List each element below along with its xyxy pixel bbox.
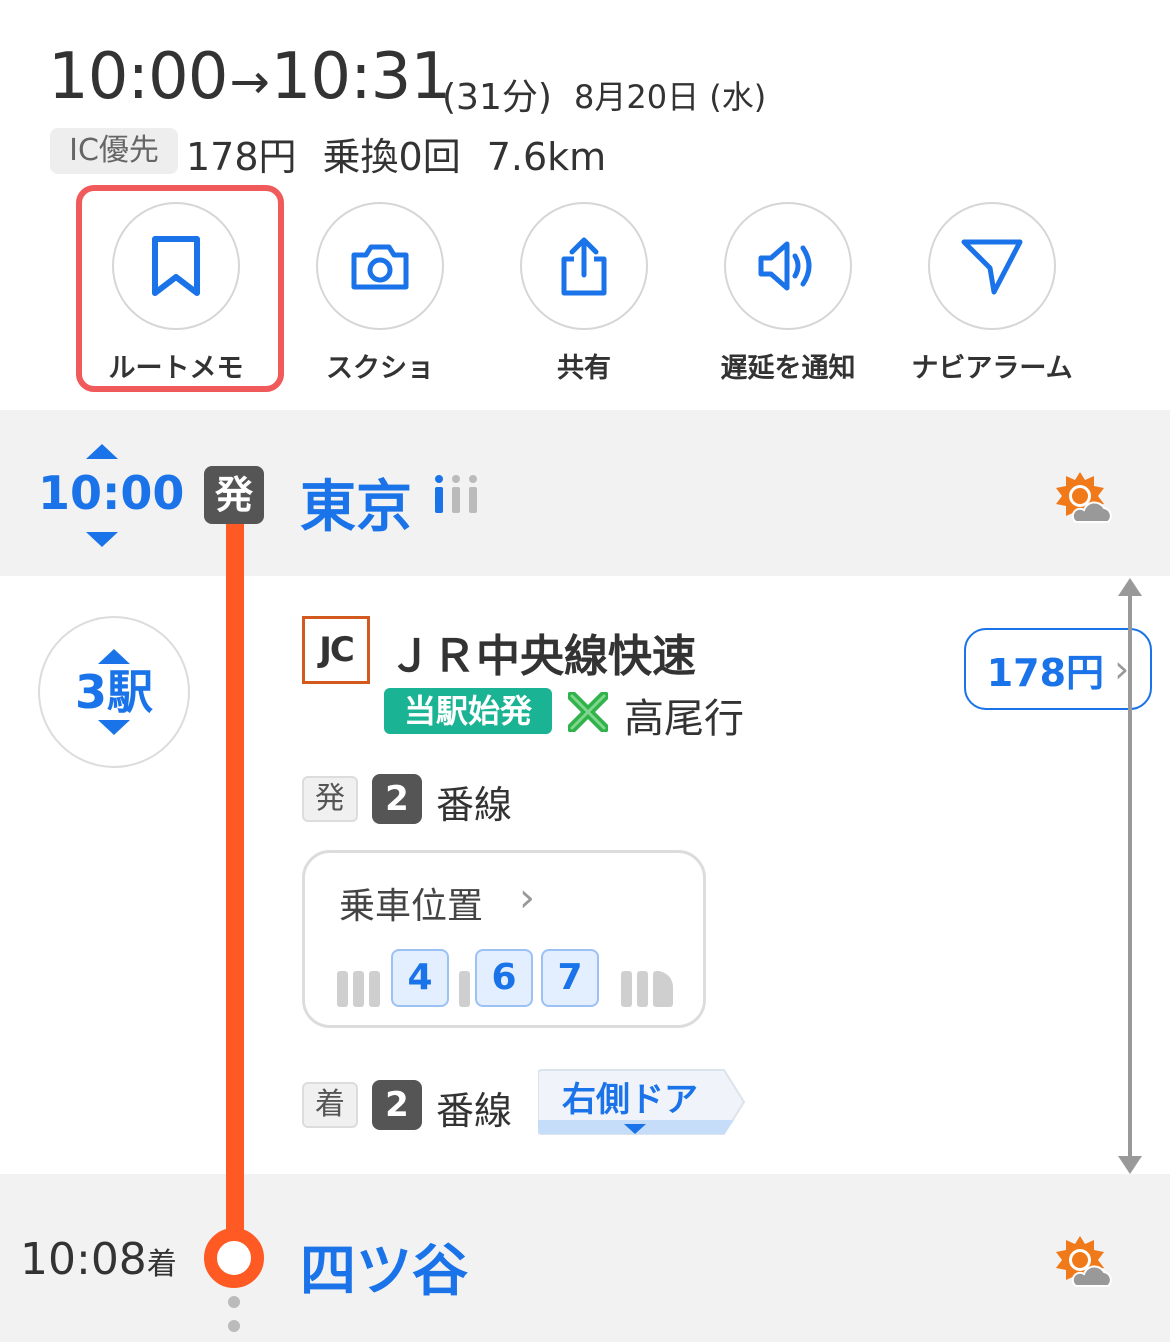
speaker-icon [758, 241, 812, 291]
distance: 7.6km [486, 135, 607, 179]
line-code-badge: JC [302, 616, 370, 684]
destination: 高尾行 [624, 696, 744, 742]
navi-alarm-circle[interactable] [928, 202, 1056, 330]
departure-station[interactable]: 東京 [300, 462, 412, 543]
dotted-line [228, 1320, 240, 1332]
door-side-label: 右側ドア [562, 1080, 698, 1120]
train-car-highlight: 4 [391, 949, 449, 1007]
expand-up-icon [98, 649, 130, 664]
expand-down-icon [98, 720, 130, 735]
ic-priority-badge: IC優先 [50, 128, 178, 174]
dep-track-number: 2 [372, 774, 422, 824]
train-car [353, 971, 364, 1007]
bookmark-icon [152, 236, 200, 296]
route-summary-line: 178円 乗換0回 7.6km [186, 126, 632, 181]
delay-notify-circle[interactable] [724, 202, 852, 330]
train-car [337, 971, 348, 1007]
route-times: 10:00→10:31 [48, 40, 451, 114]
route-memo-button[interactable] [112, 202, 240, 330]
arrival-station-dot [204, 1228, 264, 1288]
chevron-right-icon: › [1114, 647, 1130, 691]
navi-alarm-label[interactable]: ナビアラーム [892, 346, 1092, 385]
arr-track-number: 2 [372, 1080, 422, 1130]
rapid-service-icon [568, 692, 608, 732]
line-name[interactable]: ＪＲ中央線快速 [388, 620, 696, 684]
camera-icon [351, 244, 409, 290]
dep-track-badge: 発 [302, 776, 358, 822]
navi-alarm-button[interactable] [928, 202, 1056, 330]
delay-notify-label[interactable]: 遅延を通知 [688, 346, 888, 385]
arrival-station[interactable]: 四ツ谷 [300, 1226, 468, 1307]
screenshot-label[interactable]: スクショ [280, 346, 480, 385]
arrival-suffix: 着 [146, 1247, 177, 1282]
train-car [621, 971, 632, 1007]
segment-fare: 178円 [986, 650, 1105, 695]
scale-down-arrow-icon [1118, 1156, 1142, 1174]
arr-track-badge: 着 [302, 1082, 358, 1128]
dotted-line [228, 1296, 240, 1308]
total-fare: 178円 [186, 135, 297, 179]
train-car [369, 971, 380, 1007]
dep-track-label: 番線 [436, 783, 513, 827]
earlier-train-icon[interactable] [86, 444, 118, 459]
congestion-icon [435, 475, 477, 513]
arrival-row-time: 10:08着 [20, 1234, 177, 1285]
intermediate-stops-button[interactable]: 3駅 [38, 616, 190, 768]
route-memo-circle[interactable] [112, 202, 240, 330]
boarding-position-card[interactable]: 乗車位置 › 4 6 7 [302, 850, 706, 1028]
navigation-arrow-icon [961, 239, 1023, 295]
train-car-highlight: 7 [541, 949, 599, 1007]
arrival-time-value: 10:08 [20, 1234, 147, 1285]
train-car [637, 971, 648, 1007]
share-button[interactable] [520, 202, 648, 330]
departure-row-time[interactable]: 10:00 [38, 466, 184, 520]
stops-count: 3駅 [74, 665, 153, 719]
transfer-count: 乗換0回 [322, 135, 461, 179]
delay-notify-button[interactable] [724, 202, 852, 330]
share-label[interactable]: 共有 [484, 346, 684, 385]
sunny-cloudy-icon [1056, 1236, 1112, 1287]
share-icon [561, 237, 607, 296]
departure-time: 10:00 [48, 40, 228, 114]
train-car-highlight: 6 [475, 949, 533, 1007]
boarding-position-title: 乗車位置 [339, 886, 484, 927]
segment-fare-button[interactable]: 178円 › [964, 628, 1152, 710]
screenshot-button[interactable] [316, 202, 444, 330]
duration-scale-line [1128, 590, 1132, 1164]
travel-date: 8月20日 (水) [574, 78, 767, 116]
arrow-icon: → [229, 54, 269, 110]
arr-track-label: 番線 [436, 1089, 513, 1133]
scale-up-arrow-icon [1118, 578, 1142, 596]
train-front-car [653, 971, 673, 1007]
train-car [459, 971, 470, 1007]
screenshot-circle[interactable] [316, 202, 444, 330]
chevron-right-icon: › [519, 875, 535, 921]
departure-badge: 発 [204, 466, 264, 524]
route-memo-label[interactable]: ルートメモ [76, 346, 276, 385]
share-circle[interactable] [520, 202, 648, 330]
first-station-badge: 当駅始発 [384, 688, 552, 734]
door-side-tag: 右側ドア [538, 1068, 748, 1136]
arrival-time: 10:31 [270, 40, 451, 114]
sunny-cloudy-icon [1056, 472, 1112, 523]
route-line [226, 520, 244, 1240]
route-line-end [226, 1174, 244, 1234]
duration: (31分) [442, 77, 552, 118]
later-train-icon[interactable] [86, 532, 118, 547]
